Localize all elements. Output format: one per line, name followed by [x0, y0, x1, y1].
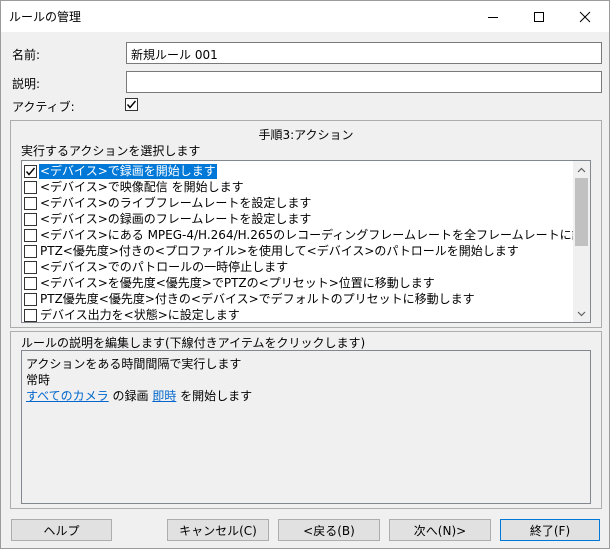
maximize-button[interactable]	[516, 1, 562, 32]
maximize-icon	[534, 11, 544, 22]
minimize-icon	[488, 16, 498, 18]
step-group: 手順3:アクション 実行するアクションを選択します <デバイス>で録画を開始しま…	[10, 120, 602, 328]
active-checkbox[interactable]	[125, 98, 138, 111]
action-list-item[interactable]: <デバイス>の録画のフレームレートを設定します	[24, 211, 312, 227]
action-label: PTZ<優先度>付きの<プロファイル>を使用して<デバイス>のパトロールを開始し…	[40, 243, 519, 258]
action-label: <デバイス>を優先度<優先度>でPTZの<プリセット>位置に移動します	[40, 275, 435, 290]
action-label: <デバイス>のライブフレームレートを設定します	[40, 195, 312, 210]
action-checkbox[interactable]	[24, 180, 37, 194]
finish-button[interactable]: 終了(F)	[500, 519, 600, 541]
action-list-item[interactable]: <デバイス>で録画を開始します	[24, 163, 217, 179]
step-title: 手順3:アクション	[258, 128, 354, 142]
action-checkbox[interactable]	[24, 276, 37, 290]
action-list-item[interactable]: PTZ優先度<優先度>付きの<デバイス>でデフォルトのプリセットに移動します	[24, 291, 476, 307]
all-cameras-link[interactable]: すべてのカメラ	[26, 389, 109, 403]
action-label: <デバイス>で映像配信 を開始します	[40, 179, 244, 194]
action-list-item[interactable]: PTZ<優先度>付きの<プロファイル>を使用して<デバイス>のパトロールを開始し…	[24, 243, 520, 259]
action-checkbox[interactable]	[24, 308, 37, 322]
name-field[interactable]: 新規ルール 001	[126, 42, 602, 64]
name-field-value: 新規ルール 001	[131, 48, 218, 62]
action-checkbox[interactable]	[24, 212, 37, 226]
action-list-item[interactable]: <デバイス>のライブフレームレートを設定します	[24, 195, 312, 211]
action-list-item[interactable]: <デバイス>を優先度<優先度>でPTZの<プリセット>位置に移動します	[24, 275, 436, 291]
checkmark-icon	[126, 100, 137, 109]
scroll-down-arrow[interactable]	[573, 305, 590, 322]
action-label: デバイス出力を<状態>に設定します	[40, 307, 240, 322]
action-label: <デバイス>で録画を開始します	[39, 163, 217, 179]
rule-description-header: ルールの説明を編集します(下線付きアイテムをクリックします)	[21, 336, 366, 350]
action-checkbox[interactable]	[24, 164, 37, 178]
action-list-item[interactable]: <デバイス>でのパトロールの一時停止します	[24, 259, 289, 275]
action-checkbox[interactable]	[24, 292, 37, 306]
action-checkbox[interactable]	[24, 228, 37, 242]
action-label: <デバイス>の録画のフレームレートを設定します	[40, 211, 312, 226]
action-list-scrollbar[interactable]	[573, 161, 590, 322]
description-line-interval: アクションをある時間間隔で実行します	[26, 357, 242, 371]
chevron-down-icon	[577, 311, 586, 316]
action-list-item[interactable]: デバイス出力を<状態>に設定します	[24, 307, 241, 322]
rule-description-group: ルールの説明を編集します(下線付きアイテムをクリックします) アクションをある時…	[10, 331, 602, 509]
title-bar: ルールの管理	[1, 1, 609, 32]
close-button[interactable]	[562, 1, 608, 32]
cancel-button[interactable]: キャンセル(C)	[167, 519, 269, 541]
action-label: PTZ優先度<優先度>付きの<デバイス>でデフォルトのプリセットに移動します	[40, 291, 475, 306]
rule-management-window: ルールの管理 名前: 新規ルール 001 説明: アクティブ: 手順3:アクショ…	[0, 0, 610, 549]
description-label: 説明:	[12, 77, 41, 91]
scroll-thumb[interactable]	[575, 178, 588, 246]
name-label: 名前:	[12, 48, 41, 62]
action-list-item[interactable]: <デバイス>で映像配信 を開始します	[24, 179, 245, 195]
active-label: アクティブ:	[12, 100, 75, 114]
action-list-item[interactable]: <デバイス>にある MPEG-4/H.264/H.265のレコーディングフレーム…	[24, 227, 591, 243]
description-text-start: を開始します	[176, 389, 253, 403]
next-button[interactable]: 次へ(N)>	[389, 519, 491, 541]
back-button[interactable]: <戻る(B)	[278, 519, 380, 541]
scroll-up-arrow[interactable]	[573, 161, 590, 178]
immediately-link[interactable]: 即時	[152, 389, 176, 403]
action-checkbox[interactable]	[24, 196, 37, 210]
description-line-action: すべてのカメラ の録画 即時 を開始します	[26, 387, 252, 404]
action-checkbox[interactable]	[24, 260, 37, 274]
description-line-always: 常時	[26, 373, 51, 387]
help-button[interactable]: ヘルプ	[11, 519, 112, 541]
rule-description-box: アクションをある時間間隔で実行します 常時 すべてのカメラ の録画 即時 を開始…	[21, 350, 591, 504]
minimize-button[interactable]	[470, 1, 516, 32]
action-label: <デバイス>にある MPEG-4/H.264/H.265のレコーディングフレーム…	[40, 227, 591, 242]
description-text-recording: の録画	[108, 389, 153, 403]
close-icon	[579, 11, 591, 22]
checkmark-icon	[25, 167, 36, 176]
window-title: ルールの管理	[9, 10, 82, 24]
action-checkbox[interactable]	[24, 244, 37, 258]
chevron-up-icon	[577, 167, 586, 172]
description-field[interactable]	[126, 71, 602, 93]
action-list[interactable]: <デバイス>で録画を開始します <デバイス>で映像配信 を開始します <デバイス>の…	[21, 160, 591, 323]
action-label: <デバイス>でのパトロールの一時停止します	[40, 259, 289, 274]
select-action-label: 実行するアクションを選択します	[21, 144, 201, 158]
